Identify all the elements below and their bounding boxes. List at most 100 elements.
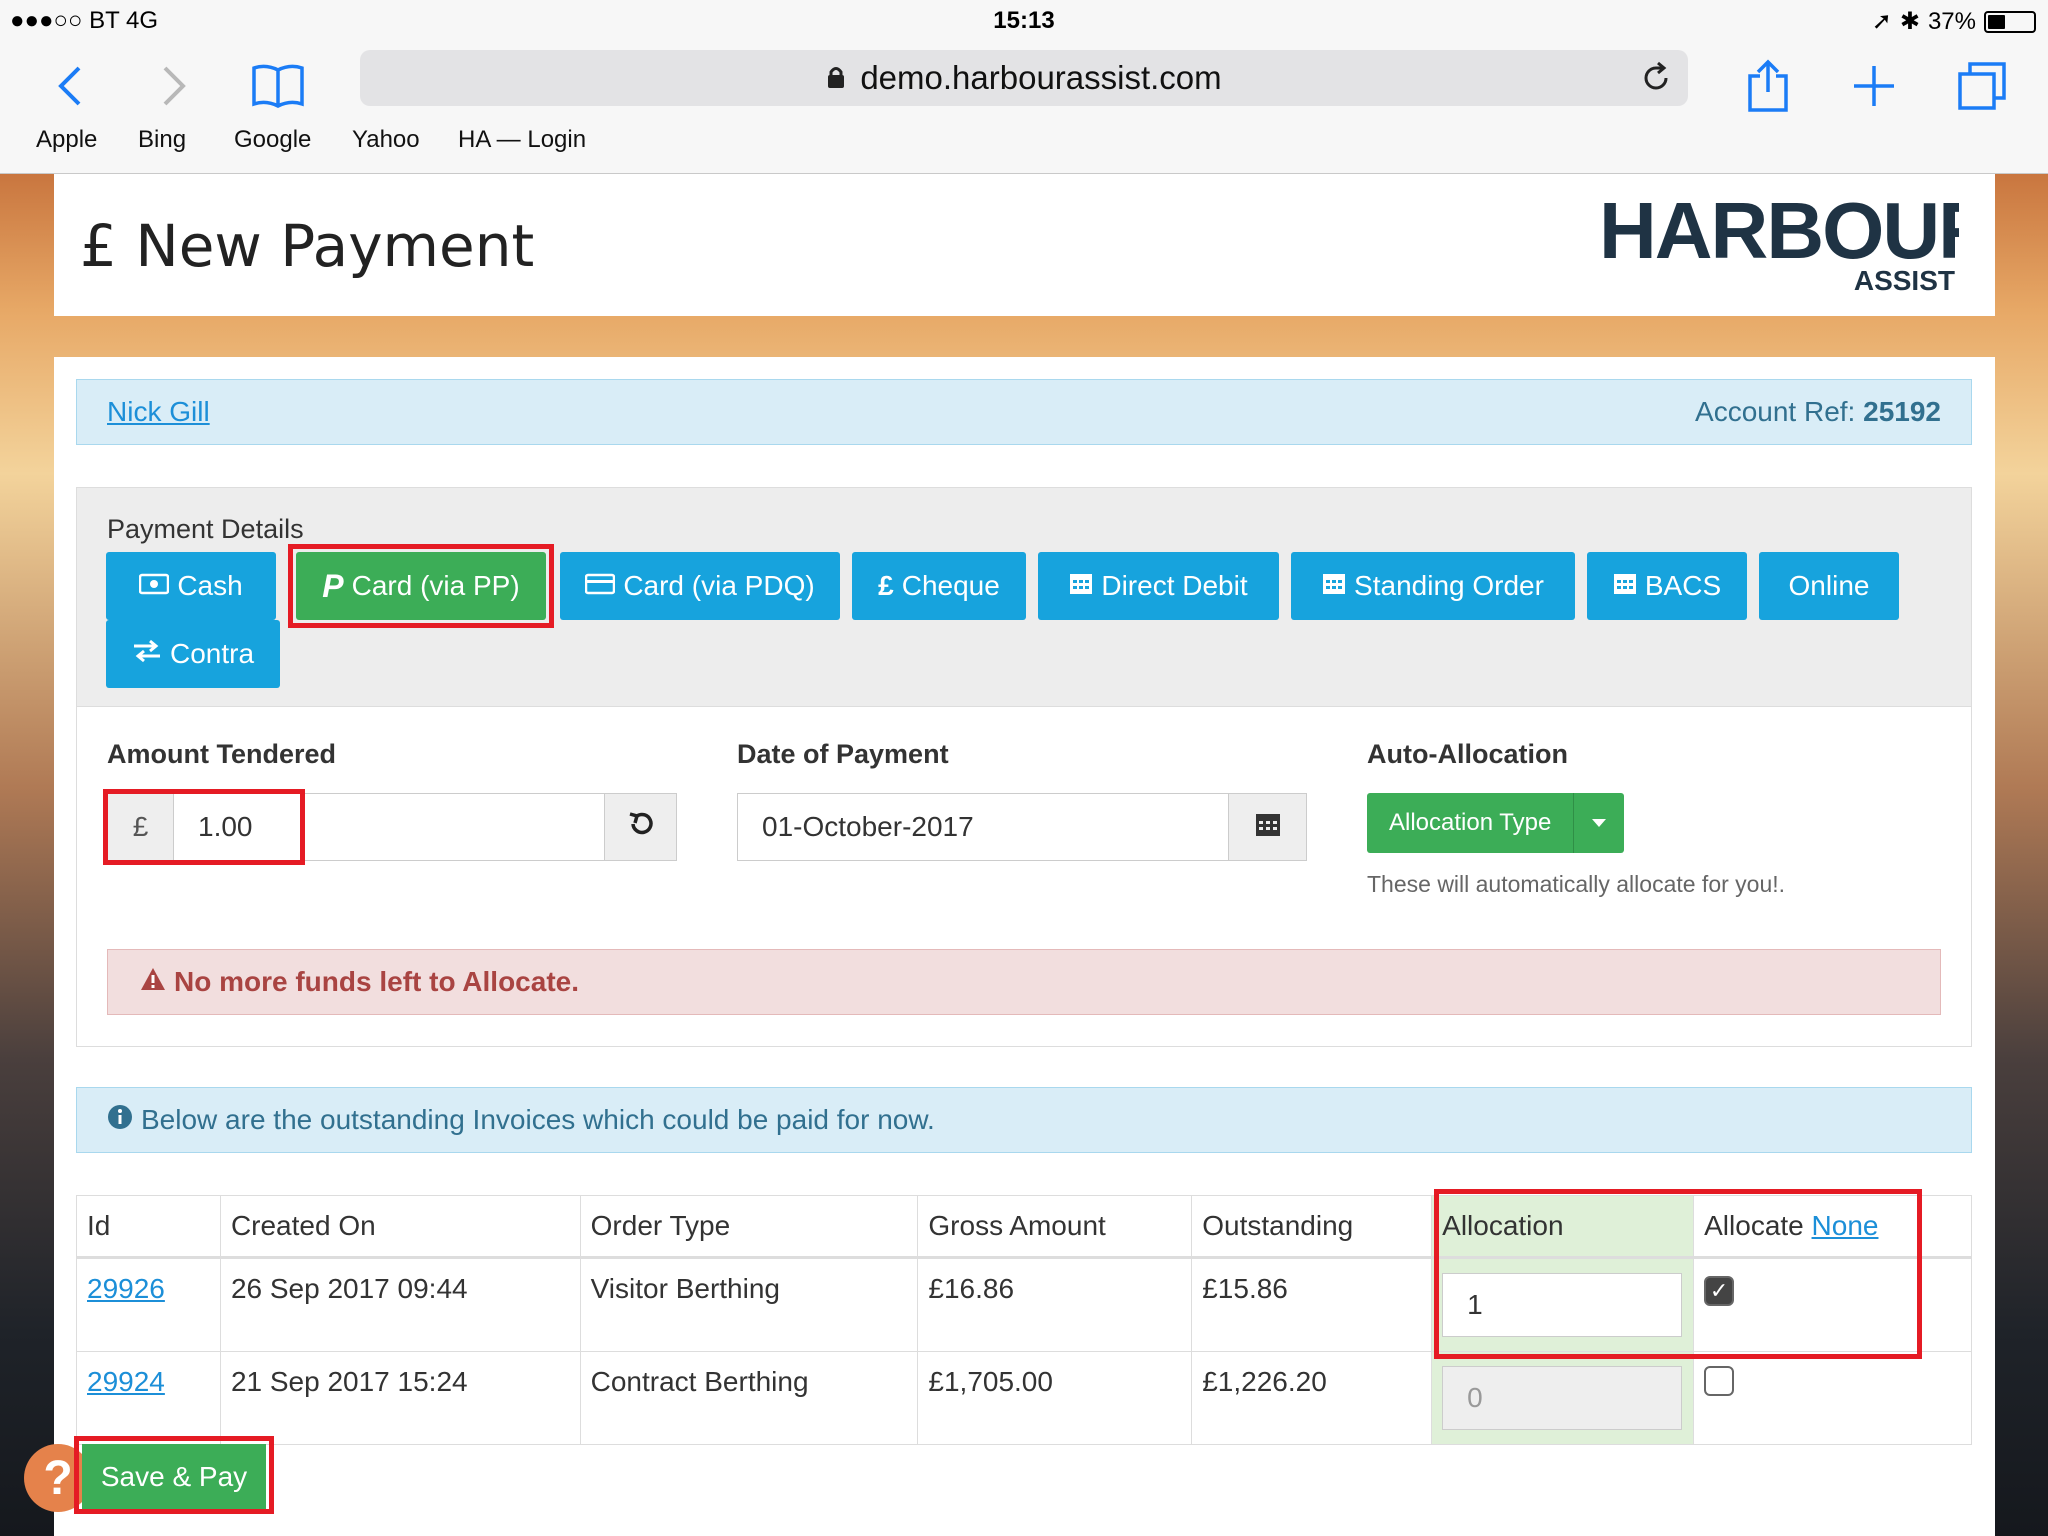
- address-bar[interactable]: demo.harbourassist.com: [360, 50, 1688, 106]
- allocation-type-label: Allocation Type: [1367, 793, 1575, 853]
- allocation-cell: 0: [1431, 1351, 1695, 1445]
- gross-amount-cell: £16.86: [917, 1257, 1193, 1352]
- reset-amount-button[interactable]: [604, 794, 676, 860]
- date-of-payment-label: Date of Payment: [737, 739, 949, 769]
- bacs-button[interactable]: BACS: [1587, 552, 1747, 620]
- bookmark-google[interactable]: Google: [234, 126, 311, 154]
- bacs-label: BACS: [1644, 570, 1722, 601]
- direct-debit-button[interactable]: Direct Debit: [1038, 552, 1279, 620]
- pound-icon: £: [878, 570, 894, 601]
- amount-tendered-label: Amount Tendered: [107, 739, 336, 769]
- info-icon: [107, 1104, 133, 1137]
- standing-order-label: Standing Order: [1354, 570, 1544, 601]
- col-id: Id: [76, 1195, 221, 1259]
- outstanding-invoices-info: Below are the outstanding Invoices which…: [76, 1087, 1972, 1153]
- contra-button[interactable]: Contra: [106, 620, 280, 688]
- order-type-cell: Contract Berthing: [579, 1351, 919, 1445]
- date-input-group: 01-October-2017: [737, 793, 1307, 861]
- new-tab-icon[interactable]: [1844, 56, 1904, 116]
- cheque-button[interactable]: £ Cheque: [852, 552, 1026, 620]
- outstanding-cell: £15.86: [1191, 1257, 1433, 1352]
- allocate-cell: [1693, 1351, 1972, 1445]
- lock-icon: [826, 59, 846, 97]
- page-header: £ New Payment HARBOUR ASSIST: [54, 174, 1997, 316]
- customer-name-link[interactable]: Nick Gill: [107, 396, 210, 428]
- clock: 15:13: [993, 7, 1055, 34]
- created-on-cell: 21 Sep 2017 15:24: [219, 1351, 581, 1445]
- browser-toolbar: demo.harbourassist.com Apple Bing Google…: [0, 40, 2048, 174]
- forward-icon[interactable]: [144, 56, 204, 116]
- cheque-label: Cheque: [901, 570, 1000, 601]
- bookmark-apple[interactable]: Apple: [36, 126, 97, 154]
- info-text: Below are the outstanding Invoices which…: [141, 1104, 935, 1135]
- highlight-allocation: [1434, 1189, 1922, 1359]
- bookmark-bing[interactable]: Bing: [138, 126, 186, 154]
- highlight-amount: [103, 789, 305, 865]
- account-ref-label: Account Ref:: [1695, 396, 1856, 427]
- direct-debit-label: Direct Debit: [1101, 570, 1248, 601]
- bluetooth-icon: ✱: [1899, 8, 1920, 35]
- calendar-icon: [1613, 570, 1637, 602]
- credit-card-icon: [585, 570, 616, 602]
- account-ref: Account Ref: 25192: [1695, 396, 1941, 428]
- payment-form-fields: Amount Tendered £ 1.00 Date of Payment 0…: [76, 707, 1972, 1047]
- table-row: 29924 21 Sep 2017 15:24 Contract Berthin…: [76, 1351, 1972, 1445]
- col-order-type: Order Type: [579, 1195, 919, 1259]
- exchange-icon: [132, 638, 162, 670]
- standing-order-button[interactable]: Standing Order: [1291, 552, 1575, 620]
- share-icon[interactable]: [1738, 56, 1798, 116]
- highlight-card-pp: [288, 544, 554, 628]
- invoice-id-link[interactable]: 29924: [87, 1366, 165, 1397]
- calendar-button[interactable]: [1228, 794, 1306, 860]
- chevron-down-icon: [1574, 793, 1624, 853]
- gross-amount-cell: £1,705.00: [917, 1351, 1193, 1445]
- location-icon: ➚: [1871, 8, 1892, 35]
- highlight-save: [74, 1436, 274, 1514]
- ios-status-bar: ●●●○○ BT 4G 15:13 ➚ ✱ 37%: [0, 0, 2048, 40]
- allocation-type-dropdown[interactable]: Allocation Type: [1367, 793, 1625, 853]
- calendar-icon: [1322, 570, 1346, 602]
- tabs-icon[interactable]: [1952, 56, 2012, 116]
- calendar-icon: [1255, 811, 1281, 844]
- payment-details-panel: Payment Details Cash P Card (via PP) Car…: [76, 487, 1972, 707]
- invoice-id-link[interactable]: 29926: [87, 1273, 165, 1304]
- battery-percent: 37%: [1927, 7, 1976, 35]
- bookmarks-book-icon[interactable]: [248, 56, 308, 116]
- bookmark-yahoo[interactable]: Yahoo: [352, 126, 420, 154]
- col-outstanding: Outstanding: [1191, 1195, 1433, 1259]
- auto-allocation-label: Auto-Allocation: [1367, 739, 1568, 769]
- logo-sub-text: ASSIST: [1854, 265, 1955, 296]
- calendar-icon: [1069, 570, 1093, 602]
- col-gross-amount: Gross Amount: [917, 1195, 1193, 1259]
- outstanding-cell: £1,226.20: [1191, 1351, 1433, 1445]
- date-input[interactable]: 01-October-2017: [738, 794, 1228, 860]
- account-bar: Nick Gill Account Ref: 25192: [76, 379, 1972, 445]
- col-created-on: Created On: [219, 1195, 581, 1259]
- warning-icon: [140, 966, 166, 998]
- online-button[interactable]: Online: [1759, 552, 1899, 620]
- cash-label: Cash: [177, 570, 243, 601]
- created-on-cell: 26 Sep 2017 09:44: [219, 1257, 581, 1352]
- payment-form-card: Nick Gill Account Ref: 25192 Payment Det…: [54, 357, 1995, 1536]
- money-icon: [139, 570, 170, 602]
- payment-details-label: Payment Details: [107, 514, 304, 544]
- account-ref-value: 25192: [1863, 396, 1941, 427]
- logo-main-text: HARBOUR: [1599, 186, 1959, 275]
- order-type-cell: Visitor Berthing: [579, 1257, 919, 1352]
- cash-button[interactable]: Cash: [106, 552, 276, 620]
- allocate-checkbox[interactable]: [1704, 1366, 1735, 1396]
- status-right: ➚ ✱ 37%: [1872, 7, 2036, 36]
- reload-icon[interactable]: [1638, 60, 1674, 104]
- back-icon[interactable]: [40, 56, 100, 116]
- undo-icon: [627, 810, 655, 845]
- card-pdq-label: Card (via PDQ): [623, 570, 815, 601]
- contra-label: Contra: [169, 638, 255, 669]
- funds-alert: No more funds left to Allocate.: [107, 949, 1941, 1015]
- bookmark-ha-login[interactable]: HA — Login: [458, 126, 586, 154]
- online-label: Online: [1788, 570, 1870, 601]
- battery-icon: [1984, 10, 2036, 33]
- allocation-input[interactable]: 0: [1442, 1366, 1683, 1430]
- card-pdq-button[interactable]: Card (via PDQ): [560, 552, 840, 620]
- url-text: demo.harbourassist.com: [860, 59, 1222, 96]
- page-title: £ New Payment: [80, 212, 535, 280]
